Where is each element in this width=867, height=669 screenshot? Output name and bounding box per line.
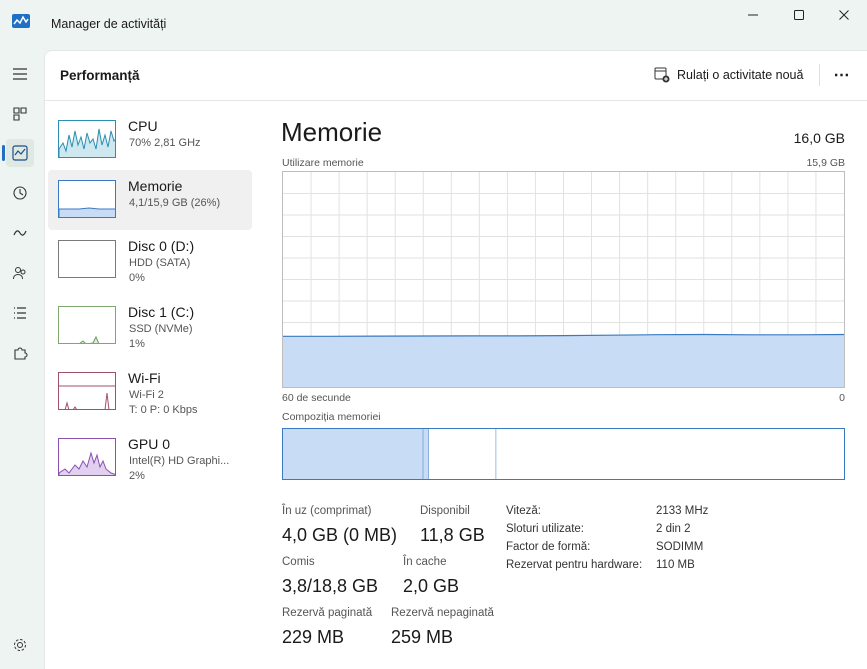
nav-services[interactable] — [6, 339, 34, 367]
hamburger-menu-button[interactable] — [6, 60, 34, 88]
more-options-button[interactable]: ⋯ — [828, 62, 856, 88]
resource-disk-1[interactable]: Disc 1 (C:) SSD (NVMe) 1% — [48, 296, 252, 356]
history-icon — [13, 186, 27, 200]
cached-label: În cache — [403, 556, 447, 568]
nonpaged-pool-value: 259 MB — [391, 627, 454, 647]
paged-pool-value: 229 MB — [282, 627, 345, 647]
nav-settings[interactable] — [6, 631, 34, 659]
in-use-value: 4,0 GB (0 MB) — [282, 525, 398, 545]
form-factor-value: SODIMM — [656, 541, 704, 553]
resource-detail: Wi-Fi 2 — [129, 389, 164, 401]
nav-processes[interactable] — [6, 100, 34, 128]
nav-app-history[interactable] — [6, 179, 34, 207]
composition-free-segment — [496, 429, 844, 479]
memory-usage-area — [283, 334, 844, 387]
resource-cpu[interactable]: CPU 70% 2,81 GHz — [48, 110, 252, 170]
disk1-mini-graph — [58, 306, 116, 344]
resource-usage: 2% — [129, 470, 145, 482]
close-button[interactable] — [821, 0, 867, 30]
resource-name: Wi-Fi — [128, 370, 161, 386]
services-puzzle-icon — [14, 347, 28, 360]
memory-usage-chart — [282, 171, 845, 388]
resource-usage: 0% — [129, 272, 145, 284]
hamburger-icon — [13, 68, 27, 80]
slots-value: 2 din 2 — [656, 523, 691, 535]
resource-detail: Intel(R) HD Graphi... — [129, 455, 230, 467]
chart-time-start: 60 de secunde — [282, 392, 351, 404]
resource-detail: SSD (NVMe) — [129, 323, 193, 335]
resource-name: Disc 0 (D:) — [128, 238, 195, 254]
composition-in-use-segment — [283, 429, 424, 479]
header-separator — [819, 64, 820, 86]
performance-icon — [12, 145, 28, 161]
memory-mini-graph — [58, 180, 116, 218]
resource-usage: 1% — [129, 338, 145, 350]
speed-label: Viteză: — [506, 505, 541, 517]
page-title: Performanță — [60, 68, 140, 83]
available-value: 11,8 GB — [420, 525, 485, 545]
resource-name: Disc 1 (C:) — [128, 304, 195, 320]
gpu-mini-graph — [58, 438, 116, 476]
resource-name: GPU 0 — [128, 436, 171, 452]
hardware-reserved-label: Rezervat pentru hardware: — [506, 559, 643, 571]
nonpaged-pool-label: Rezervă nepaginată — [391, 607, 494, 619]
usage-chart-label: Utilizare memorie — [282, 157, 364, 169]
startup-icon — [13, 230, 27, 236]
form-factor-label: Factor de formă: — [506, 541, 591, 553]
resource-detail: 4,1/15,9 GB (26%) — [129, 197, 221, 209]
cached-value: 2,0 GB — [403, 576, 460, 596]
resource-name: Memorie — [128, 178, 183, 194]
resource-detail: 70% 2,81 GHz — [129, 137, 201, 149]
slots-label: Sloturi utilizate: — [506, 523, 584, 535]
resource-detail: HDD (SATA) — [129, 257, 191, 269]
minimize-button[interactable] — [730, 0, 776, 30]
disk0-mini-graph — [58, 240, 116, 278]
minimize-icon — [748, 14, 758, 16]
users-icon — [13, 267, 26, 280]
in-use-label: În uz (comprimat) — [282, 505, 372, 517]
maximize-icon — [794, 10, 804, 20]
available-label: Disponibil — [420, 505, 470, 517]
more-options-icon: ⋯ — [833, 67, 851, 84]
nav-performance[interactable] — [6, 139, 34, 167]
hardware-reserved-value: 110 MB — [656, 559, 695, 571]
resource-name: CPU — [128, 118, 158, 134]
run-task-icon — [654, 67, 670, 83]
settings-gear-icon — [14, 639, 26, 651]
committed-label: Comis — [282, 556, 315, 568]
processes-icon — [13, 107, 27, 121]
nav-details[interactable] — [6, 299, 34, 327]
composition-standby-segment — [428, 429, 497, 479]
memory-composition-plot — [283, 429, 844, 479]
composition-label: Compoziția memoriei — [282, 411, 381, 423]
resource-wifi[interactable]: Wi-Fi Wi-Fi 2 T: 0 P: 0 Kbps — [48, 362, 252, 422]
nav-users[interactable] — [6, 259, 34, 287]
window-title: Manager de activități — [51, 17, 167, 31]
cpu-mini-graph — [58, 120, 116, 158]
details-list-icon — [14, 307, 26, 319]
memory-title: Memorie — [281, 117, 383, 147]
nav-active-indicator — [2, 145, 5, 161]
resource-gpu[interactable]: GPU 0 Intel(R) HD Graphi... 2% — [48, 428, 252, 488]
run-new-task-label: Rulați o activitate nouă — [677, 68, 804, 82]
resource-memory[interactable]: Memorie 4,1/15,9 GB (26%) — [48, 170, 252, 230]
resource-disk-0[interactable]: Disc 0 (D:) HDD (SATA) 0% — [48, 230, 252, 290]
header-divider — [44, 100, 867, 101]
task-manager-app-icon — [12, 14, 30, 28]
memory-usage-plot — [283, 172, 845, 387]
resource-usage: T: 0 P: 0 Kbps — [129, 404, 198, 416]
memory-total: 16,0 GB — [793, 130, 845, 146]
nav-startup-apps[interactable] — [6, 219, 34, 247]
composition-modified-segment — [423, 429, 429, 479]
speed-value: 2133 MHz — [656, 505, 709, 517]
wifi-mini-graph — [58, 372, 116, 410]
run-new-task-button[interactable]: Rulați o activitate nouă — [650, 62, 807, 88]
close-icon — [839, 10, 849, 20]
chart-time-end: 0 — [839, 392, 845, 404]
maximize-button[interactable] — [776, 0, 822, 30]
usage-chart-max: 15,9 GB — [806, 157, 845, 169]
paged-pool-label: Rezervă paginată — [282, 607, 373, 619]
memory-composition-bar — [282, 428, 845, 480]
committed-value: 3,8/18,8 GB — [282, 576, 379, 596]
